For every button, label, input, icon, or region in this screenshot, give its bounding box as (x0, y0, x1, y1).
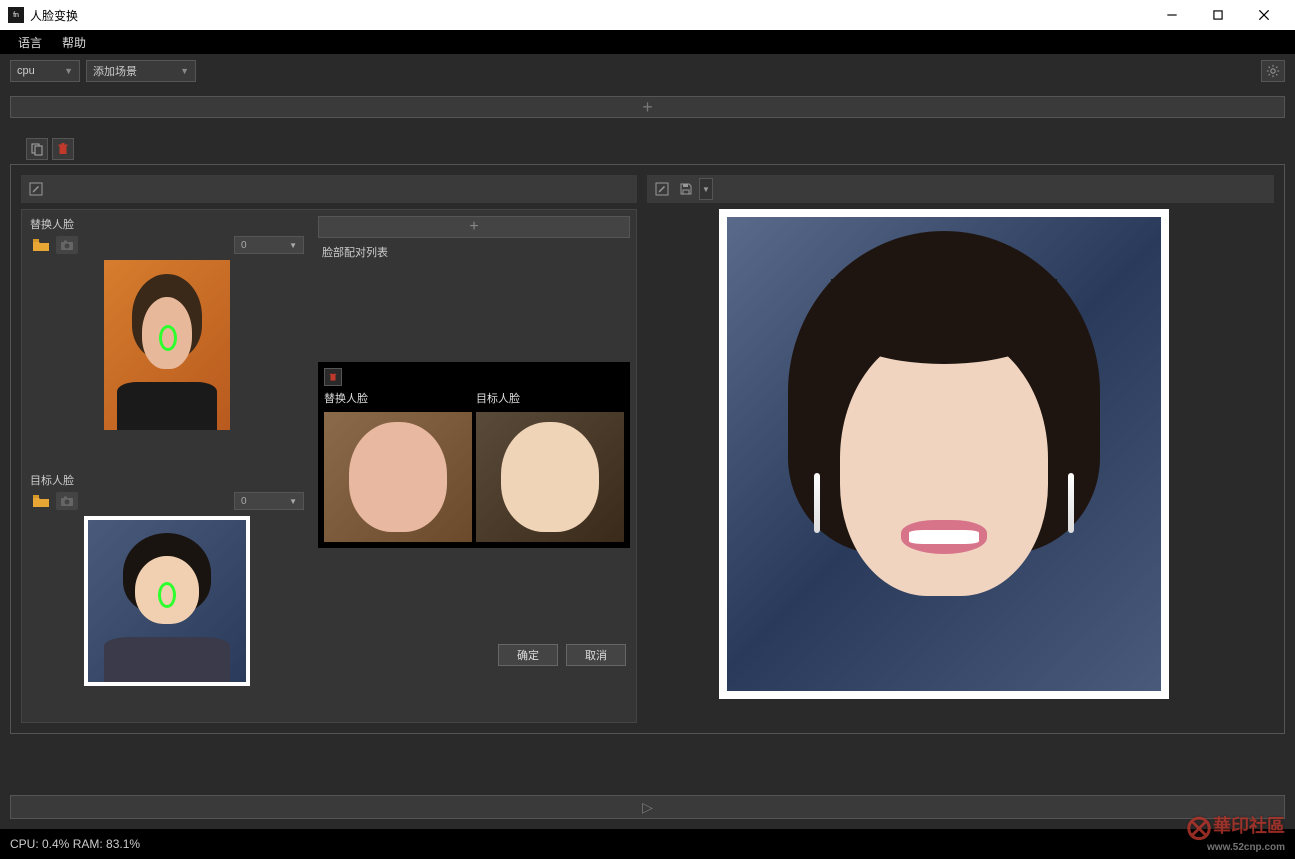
process-button[interactable]: ▷ (10, 795, 1285, 819)
pairing-panel: + 脸部配对列表 替换人脸 (312, 210, 636, 722)
menu-bar: 语言 帮助 (0, 30, 1295, 54)
device-dropdown[interactable]: cpu ▼ (10, 60, 80, 82)
status-text: CPU: 0.4% RAM: 83.1% (10, 837, 140, 851)
faces-content: 替换人脸 0 ▼ (21, 209, 637, 723)
target-counter[interactable]: 0 ▼ (234, 492, 304, 510)
dialog-buttons: 确定 取消 (318, 638, 630, 666)
status-bar: CPU: 0.4% RAM: 83.1% (0, 829, 1295, 859)
pairing-card: 替换人脸 目标人脸 (318, 362, 630, 548)
watermark-url: www.52cnp.com (1187, 842, 1285, 853)
target-counter-value: 0 (241, 496, 247, 507)
save-dropdown-button[interactable]: ▼ (699, 178, 713, 200)
source-counter[interactable]: 0 ▼ (234, 236, 304, 254)
pairing-source-column: 替换人脸 (324, 390, 472, 542)
close-button[interactable] (1241, 0, 1287, 30)
right-pane-toolbar: ▼ (647, 175, 1274, 203)
menu-help[interactable]: 帮助 (52, 34, 96, 51)
minimize-button[interactable] (1149, 0, 1195, 30)
target-face-thumbnail[interactable] (84, 516, 250, 686)
pairing-source-label: 替换人脸 (324, 390, 472, 412)
chevron-down-icon: ▼ (289, 241, 297, 250)
menu-language[interactable]: 语言 (8, 34, 52, 51)
chevron-down-icon: ▼ (56, 66, 73, 76)
save-button[interactable] (675, 178, 697, 200)
chevron-down-icon: ▼ (172, 66, 189, 76)
scene-value: 添加场景 (93, 63, 137, 79)
add-pairing-button[interactable]: + (318, 216, 630, 238)
source-face-controls: 0 ▼ (22, 234, 312, 256)
chevron-down-icon: ▼ (702, 185, 710, 194)
window-controls (1149, 0, 1287, 30)
settings-button[interactable] (1261, 60, 1285, 82)
watermark-logo-icon: ⨂ (1187, 813, 1211, 842)
pairing-faces-row: 替换人脸 目标人脸 (324, 390, 624, 542)
play-icon: ▷ (642, 799, 653, 816)
spacer (318, 548, 630, 638)
copy-button[interactable] (26, 138, 48, 160)
delete-button[interactable] (52, 138, 74, 160)
source-face-label: 替换人脸 (22, 210, 312, 234)
source-camera-button[interactable] (56, 236, 78, 254)
panel-icon-buttons (26, 138, 1295, 160)
delete-pairing-button[interactable] (324, 368, 342, 386)
plus-icon: + (642, 97, 653, 118)
window-title: 人脸变换 (30, 7, 1149, 24)
source-folder-button[interactable] (30, 236, 52, 254)
app-icon: fn (8, 7, 24, 23)
source-thumb-area (22, 256, 312, 466)
device-value: cpu (17, 65, 35, 77)
source-counter-value: 0 (241, 240, 247, 251)
source-face-thumbnail[interactable] (104, 260, 230, 430)
left-pane-toolbar (21, 175, 637, 203)
face-marker-icon (158, 582, 176, 608)
pairing-target-image[interactable] (476, 412, 624, 542)
faces-thumbnails-panel: 替换人脸 0 ▼ (22, 210, 312, 722)
result-area (647, 209, 1274, 723)
edit-button[interactable] (25, 178, 47, 200)
main-panel: 替换人脸 0 ▼ (10, 164, 1285, 734)
plus-icon: + (469, 218, 478, 236)
target-thumb-area (22, 512, 312, 722)
pairing-target-label: 目标人脸 (476, 390, 624, 412)
pairing-list-label: 脸部配对列表 (318, 242, 630, 262)
cancel-button[interactable]: 取消 (566, 644, 626, 666)
left-column: 替换人脸 0 ▼ (21, 175, 637, 723)
target-face-label: 目标人脸 (22, 466, 312, 490)
watermark: ⨂華印社區 www.52cnp.com (1187, 812, 1285, 853)
toolbar: cpu ▼ 添加场景 ▼ (0, 54, 1295, 88)
confirm-button[interactable]: 确定 (498, 644, 558, 666)
edit-button[interactable] (651, 178, 673, 200)
result-image[interactable] (719, 209, 1169, 699)
pairing-target-column: 目标人脸 (476, 390, 624, 542)
pairing-source-image[interactable] (324, 412, 472, 542)
target-camera-button[interactable] (56, 492, 78, 510)
watermark-text: 華印社區 (1213, 816, 1285, 836)
target-face-controls: 0 ▼ (22, 490, 312, 512)
target-folder-button[interactable] (30, 492, 52, 510)
add-scene-bar[interactable]: + (10, 96, 1285, 118)
right-column: ▼ (647, 175, 1274, 723)
scene-dropdown[interactable]: 添加场景 ▼ (86, 60, 196, 82)
spacer (318, 262, 630, 352)
title-bar: fn 人脸变换 (0, 0, 1295, 30)
maximize-button[interactable] (1195, 0, 1241, 30)
chevron-down-icon: ▼ (289, 497, 297, 506)
